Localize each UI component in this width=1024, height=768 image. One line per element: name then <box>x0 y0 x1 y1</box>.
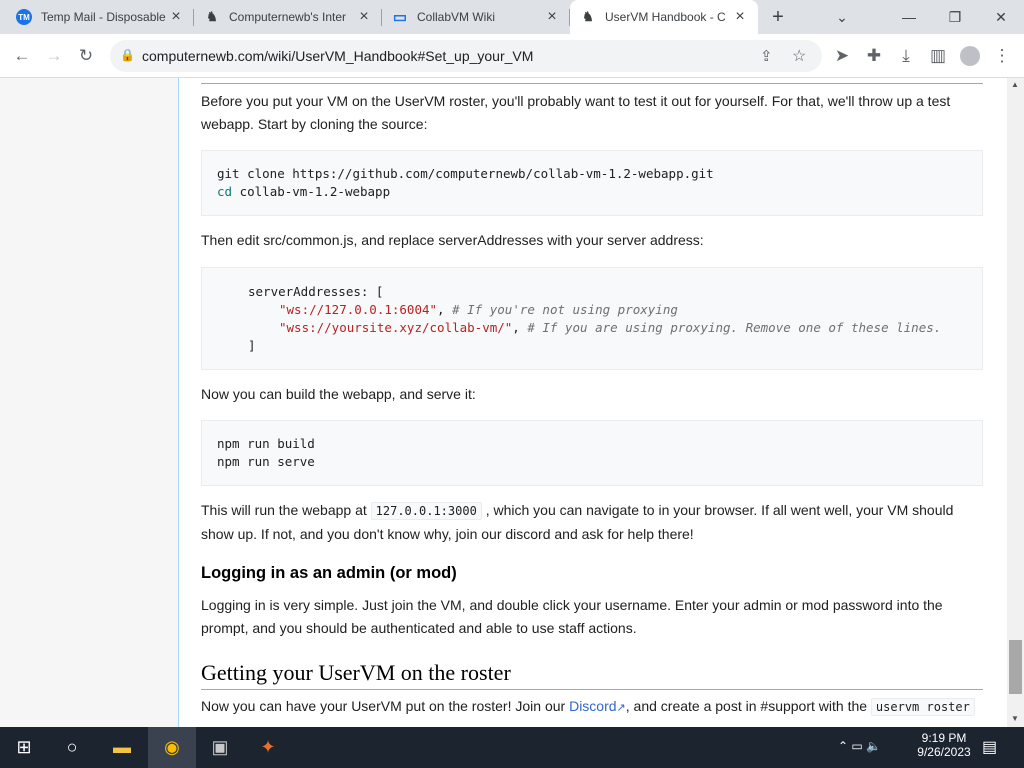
external-link-icon: ↗ <box>616 702 626 714</box>
tray-icons[interactable]: ⌃ ▭ 🔈 <box>838 739 881 753</box>
profile-icon[interactable] <box>954 34 986 78</box>
tab-label: Computernewb's Inter <box>229 10 347 24</box>
app-icon[interactable]: ✦ <box>244 727 292 768</box>
tab[interactable]: TM Temp Mail - Disposable × <box>6 0 194 34</box>
code-line: serverAddresses: [ <box>248 284 384 299</box>
star-icon[interactable]: ☆ <box>792 46 806 66</box>
code-string: "wss://yoursite.xyz/collab-vm/" <box>279 320 513 335</box>
url-text: computernewb.com/wiki/UserVM_Handbook#Se… <box>142 48 534 64</box>
scroll-down-icon[interactable]: ▼ <box>1011 714 1019 723</box>
tab-label: UserVM Handbook - C <box>605 10 726 24</box>
lock-icon: 🔒 <box>120 48 135 62</box>
knight-icon: ♞ <box>582 9 594 24</box>
tempmail-icon: TM <box>16 9 32 25</box>
tab-label: CollabVM Wiki <box>417 10 496 24</box>
code-comment: # If you're not using proxying <box>452 302 678 317</box>
scroll-up-icon[interactable]: ▲ <box>1011 80 1019 89</box>
code-arg: collab-vm-1.2-webapp <box>232 184 391 199</box>
extension-icon[interactable]: ➤ <box>826 34 858 78</box>
terminal-icon[interactable]: ▣ <box>196 727 244 768</box>
code-string: "ws://127.0.0.1:6004" <box>279 302 438 317</box>
tab-active[interactable]: ♞ UserVM Handbook - C × <box>570 0 758 34</box>
notification-icon[interactable]: ▤ <box>982 737 997 757</box>
heading-admin: Logging in as an admin (or mod) <box>201 564 457 582</box>
tab-label: Temp Mail - Disposable <box>41 10 166 24</box>
paragraph: Then edit src/common.js, and replace ser… <box>201 232 704 248</box>
text: , and create a post in #support with the <box>625 698 868 714</box>
paragraph: show up. If not, and you don't know why,… <box>201 526 694 542</box>
windows-start-icon[interactable]: ⊞ <box>0 727 48 768</box>
clock[interactable]: 9:19 PM 9/26/2023 <box>912 731 976 759</box>
code-comment: # If you are using proxying. Remove one … <box>527 320 942 335</box>
inline-code: uservm roster <box>870 698 975 716</box>
close-icon[interactable]: × <box>732 9 748 25</box>
puzzle-icon[interactable]: ✚ <box>858 34 890 78</box>
code-line: npm run build <box>217 436 315 451</box>
paragraph: This will run the webapp at 127.0.0.1:30… <box>201 499 953 523</box>
paragraph: prompt, and you should be authenticated … <box>201 620 637 636</box>
close-icon[interactable]: × <box>544 9 560 25</box>
new-tab-button[interactable]: + <box>758 0 798 34</box>
paragraph: Before you put your VM on the UserVM ros… <box>201 93 951 109</box>
heading-roster: Getting your UserVM on the roster <box>201 660 511 685</box>
knight-icon: ♞ <box>206 9 218 24</box>
paragraph: webapp. Start by cloning the source: <box>201 116 428 132</box>
minimize-button[interactable]: — <box>886 0 932 34</box>
text: , which you can navigate to in your brow… <box>485 502 954 518</box>
article: Before you put your VM on the UserVM ros… <box>178 78 1007 727</box>
tab-strip: TM Temp Mail - Disposable × ♞ Computernewb'… <box>0 0 1024 34</box>
navigation-bar: ← → ↻ 🔒 computernewb.com/wiki/UserVM_Han… <box>0 34 1024 78</box>
close-icon[interactable]: × <box>356 9 372 25</box>
reload-icon[interactable]: ↻ <box>70 34 102 78</box>
code-block-build: npm run build npm run serve <box>201 420 983 486</box>
sidebar-icon[interactable]: ▥ <box>922 34 954 78</box>
file-explorer-icon[interactable]: ▬ <box>98 727 146 768</box>
code-block-config: serverAddresses: [ "ws://127.0.0.1:6004"… <box>201 267 983 370</box>
monitor-icon: ▭ <box>392 9 408 26</box>
close-window-button[interactable]: ✕ <box>978 0 1024 34</box>
tab[interactable]: ♞ Computernewb's Inter × <box>194 0 382 34</box>
screen: TM Temp Mail - Disposable × ♞ Computernewb'… <box>0 0 1024 768</box>
address-bar[interactable]: 🔒 computernewb.com/wiki/UserVM_Handbook#… <box>110 40 822 72</box>
taskbar: ⊞ ○ ▬ ◉ ▣ ✦ ⌃ ▭ 🔈 9:19 PM 9/26/2023 ▤ <box>0 727 1024 768</box>
code-line: npm run serve <box>217 454 315 469</box>
page-content: Before you put your VM on the UserVM ros… <box>0 78 1007 727</box>
paragraph: Logging in is very simple. Just join the… <box>201 597 943 613</box>
divider <box>201 83 983 84</box>
code-keyword: cd <box>217 184 233 199</box>
scrollbar-thumb[interactable] <box>1009 640 1022 694</box>
back-icon[interactable]: ← <box>6 34 38 78</box>
tab-search-icon[interactable]: ⌄ <box>798 0 886 34</box>
time: 9:19 PM <box>921 731 967 745</box>
text: Now you can have your UserVM put on the … <box>201 698 566 714</box>
tab[interactable]: ▭ CollabVM Wiki × <box>382 0 570 34</box>
code-line: cd collab-vm-1.2-webapp <box>217 183 390 201</box>
code-line: ] <box>248 338 256 353</box>
code-block-clone: git clone https://github.com/computernew… <box>201 150 983 216</box>
download-icon[interactable]: ⤓ <box>890 34 922 78</box>
code-line: "wss://yoursite.xyz/collab-vm/", # If yo… <box>279 320 942 335</box>
paragraph: Now you can build the webapp, and serve … <box>201 386 476 402</box>
chrome-icon[interactable]: ◉ <box>148 727 196 768</box>
search-icon[interactable]: ○ <box>48 727 96 768</box>
share-icon[interactable]: ⇪ <box>760 47 773 65</box>
paragraph: Now you can have your UserVM put on the … <box>201 695 975 720</box>
scrollbar[interactable]: ▲ ▼ <box>1007 78 1024 727</box>
code-line: git clone https://github.com/computernew… <box>217 166 714 181</box>
code-line: "ws://127.0.0.1:6004", # If you're not u… <box>279 302 678 317</box>
side-rail <box>0 78 178 727</box>
date: 9/26/2023 <box>917 745 971 759</box>
menu-icon[interactable]: ⋮ <box>986 34 1018 78</box>
inline-code: 127.0.0.1:3000 <box>370 502 482 520</box>
restore-button[interactable]: ❐ <box>932 0 978 34</box>
discord-link[interactable]: Discord <box>569 698 616 714</box>
divider <box>201 689 983 690</box>
forward-icon[interactable]: → <box>38 34 70 78</box>
close-icon[interactable]: × <box>168 9 184 25</box>
text: This will run the webapp at <box>201 502 367 518</box>
